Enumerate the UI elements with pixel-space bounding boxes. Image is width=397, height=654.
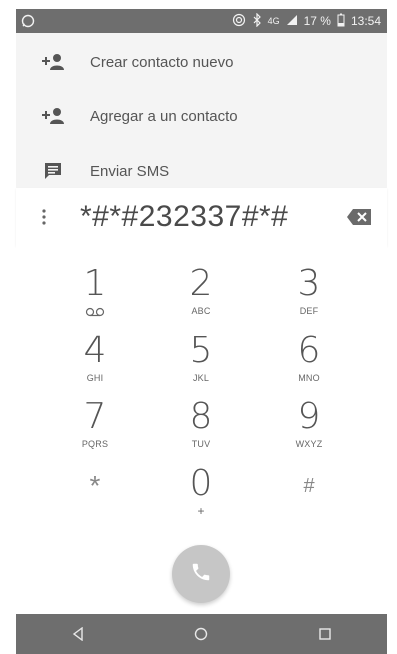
key-9[interactable]: 9 WXYZ xyxy=(254,399,364,459)
key-star[interactable]: * xyxy=(40,468,150,528)
key-digit: 6 xyxy=(297,330,321,371)
navigation-bar xyxy=(16,614,387,654)
phone-icon xyxy=(190,561,212,588)
key-digit: 2 xyxy=(189,263,213,304)
key-letters: GHI xyxy=(86,373,104,383)
bluetooth-icon xyxy=(252,12,262,30)
key-letters: TUV xyxy=(191,439,211,449)
network-type: 4G xyxy=(267,15,280,26)
hotspot-icon xyxy=(232,13,246,30)
key-letters: WXYZ xyxy=(295,439,323,449)
key-digit: 0 xyxy=(189,463,213,504)
key-hash[interactable]: # xyxy=(254,468,364,528)
key-1[interactable]: 1 xyxy=(40,266,150,326)
key-3[interactable]: 3 DEF xyxy=(254,266,364,326)
key-digit: 1 xyxy=(83,263,107,304)
battery-percent: 17 % xyxy=(303,14,331,28)
key-digit: # xyxy=(303,475,315,497)
suggestion-label: Agregar a un contacto xyxy=(90,107,238,125)
clock: 13:54 xyxy=(350,14,381,28)
status-bar: 4G 17 % 13:54 xyxy=(16,9,387,33)
key-digit: 9 xyxy=(297,396,321,437)
create-contact-item[interactable]: Crear contacto nuevo xyxy=(16,42,387,82)
key-7[interactable]: 7 PQRS xyxy=(40,399,150,459)
key-5[interactable]: 5 JKL xyxy=(146,333,256,393)
key-0[interactable]: 0 + xyxy=(146,466,256,526)
key-digit: 3 xyxy=(297,263,321,304)
add-person-icon xyxy=(36,45,70,79)
key-digit: 4 xyxy=(83,330,107,371)
dialed-number[interactable]: *#*#232337#*# xyxy=(80,200,288,234)
digits-display: *#*#232337#*# xyxy=(16,188,387,246)
key-letters: DEF xyxy=(299,306,319,316)
key-2[interactable]: 2 ABC xyxy=(146,266,256,326)
key-digit: 8 xyxy=(189,396,213,437)
key-6[interactable]: 6 MNO xyxy=(254,333,364,393)
key-letters: ABC xyxy=(191,306,211,316)
key-letters: MNO xyxy=(298,373,320,383)
voicemail-icon xyxy=(85,304,105,322)
add-to-contact-item[interactable]: Agregar a un contacto xyxy=(16,96,387,136)
message-icon xyxy=(36,154,70,188)
call-button[interactable] xyxy=(172,545,230,603)
dialpad: 1 2 ABC 3 DEF 4 GHI 5 JKL 6 MNO 7 PQRS 8… xyxy=(16,246,387,546)
recents-icon[interactable] xyxy=(305,614,345,654)
battery-icon xyxy=(337,13,345,30)
key-8[interactable]: 8 TUV xyxy=(146,399,256,459)
whatsapp-icon xyxy=(16,14,40,28)
suggestion-label: Enviar SMS xyxy=(90,162,170,180)
key-digit: 5 xyxy=(189,330,213,371)
more-options-icon[interactable] xyxy=(32,209,56,225)
send-sms-item[interactable]: Enviar SMS xyxy=(16,151,387,191)
back-icon[interactable] xyxy=(58,614,98,654)
home-icon[interactable] xyxy=(181,614,221,654)
key-4[interactable]: 4 GHI xyxy=(40,333,150,393)
backspace-icon[interactable] xyxy=(347,208,371,226)
key-letters: JKL xyxy=(192,373,210,383)
signal-icon xyxy=(286,14,298,29)
key-digit: 7 xyxy=(83,396,107,437)
add-person-icon xyxy=(36,99,70,133)
dialer-suggestions: Crear contacto nuevo Agregar a un contac… xyxy=(16,33,387,188)
key-letters: + xyxy=(197,504,205,518)
suggestion-label: Crear contacto nuevo xyxy=(90,53,234,71)
key-digit: * xyxy=(89,470,101,501)
key-letters: PQRS xyxy=(81,439,109,449)
